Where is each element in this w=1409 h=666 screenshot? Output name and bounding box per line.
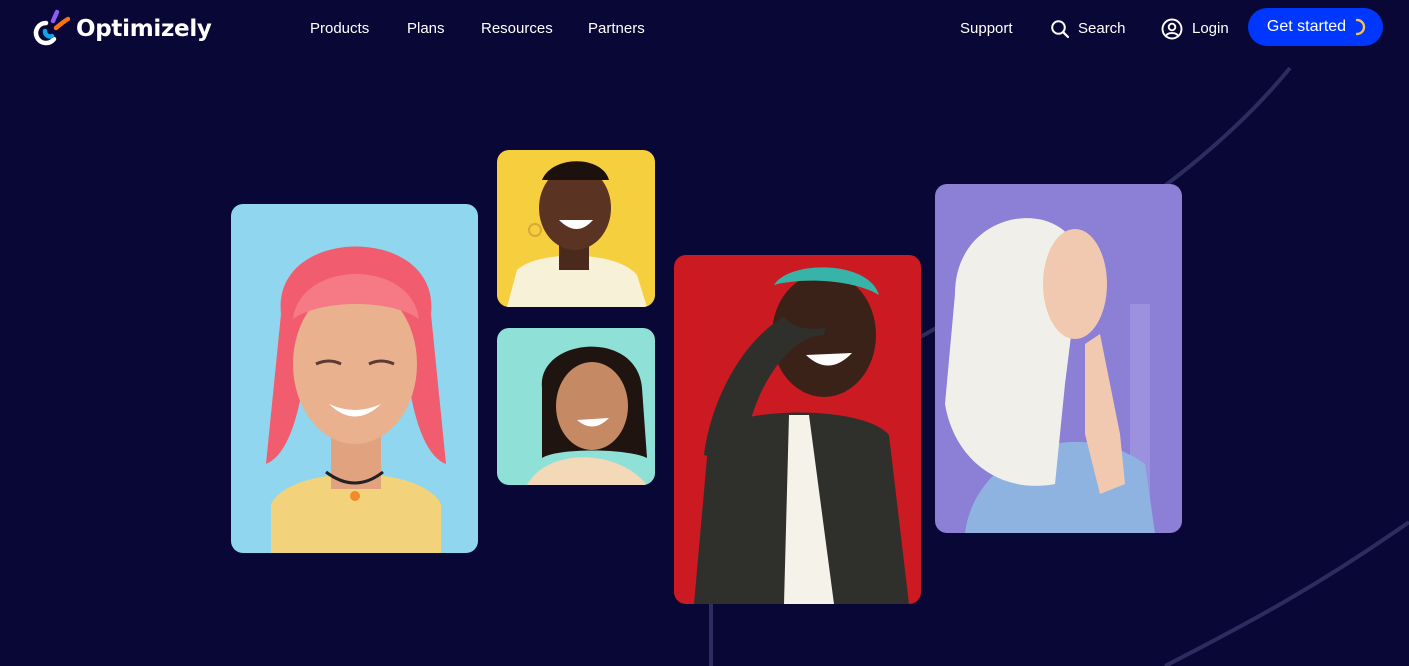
optimizely-logo[interactable]: Optimizely — [30, 8, 212, 50]
nav-partners[interactable]: Partners — [588, 19, 645, 39]
photo-woman-teal-background — [497, 328, 655, 485]
top-navigation: Optimizely Products Plans Resources Part… — [0, 0, 1409, 58]
nav-support[interactable]: Support — [960, 17, 1013, 41]
photo-man-red-background — [674, 255, 921, 604]
nav-products[interactable]: Products — [310, 19, 369, 39]
photo-woman-yellow-background — [497, 150, 655, 307]
nav-resources[interactable]: Resources — [481, 19, 553, 39]
login-label: Login — [1192, 20, 1229, 37]
optimizely-logo-icon — [33, 9, 70, 46]
search-label: Search — [1078, 20, 1126, 37]
get-started-button[interactable]: Get started — [1248, 8, 1383, 46]
support-label: Support — [960, 20, 1013, 37]
user-circle-icon — [1161, 18, 1183, 40]
brand-name: Optimizely — [76, 16, 212, 42]
get-started-label: Get started — [1266, 18, 1347, 35]
photo-woman-pink-hair — [231, 204, 478, 553]
search-icon — [1051, 20, 1070, 39]
photo-woman-purple-background — [935, 184, 1182, 533]
login-button[interactable]: Login — [1160, 17, 1229, 41]
nav-plans[interactable]: Plans — [407, 19, 445, 39]
loading-spinner-icon — [1355, 18, 1366, 36]
search-button[interactable]: Search — [1050, 17, 1126, 41]
